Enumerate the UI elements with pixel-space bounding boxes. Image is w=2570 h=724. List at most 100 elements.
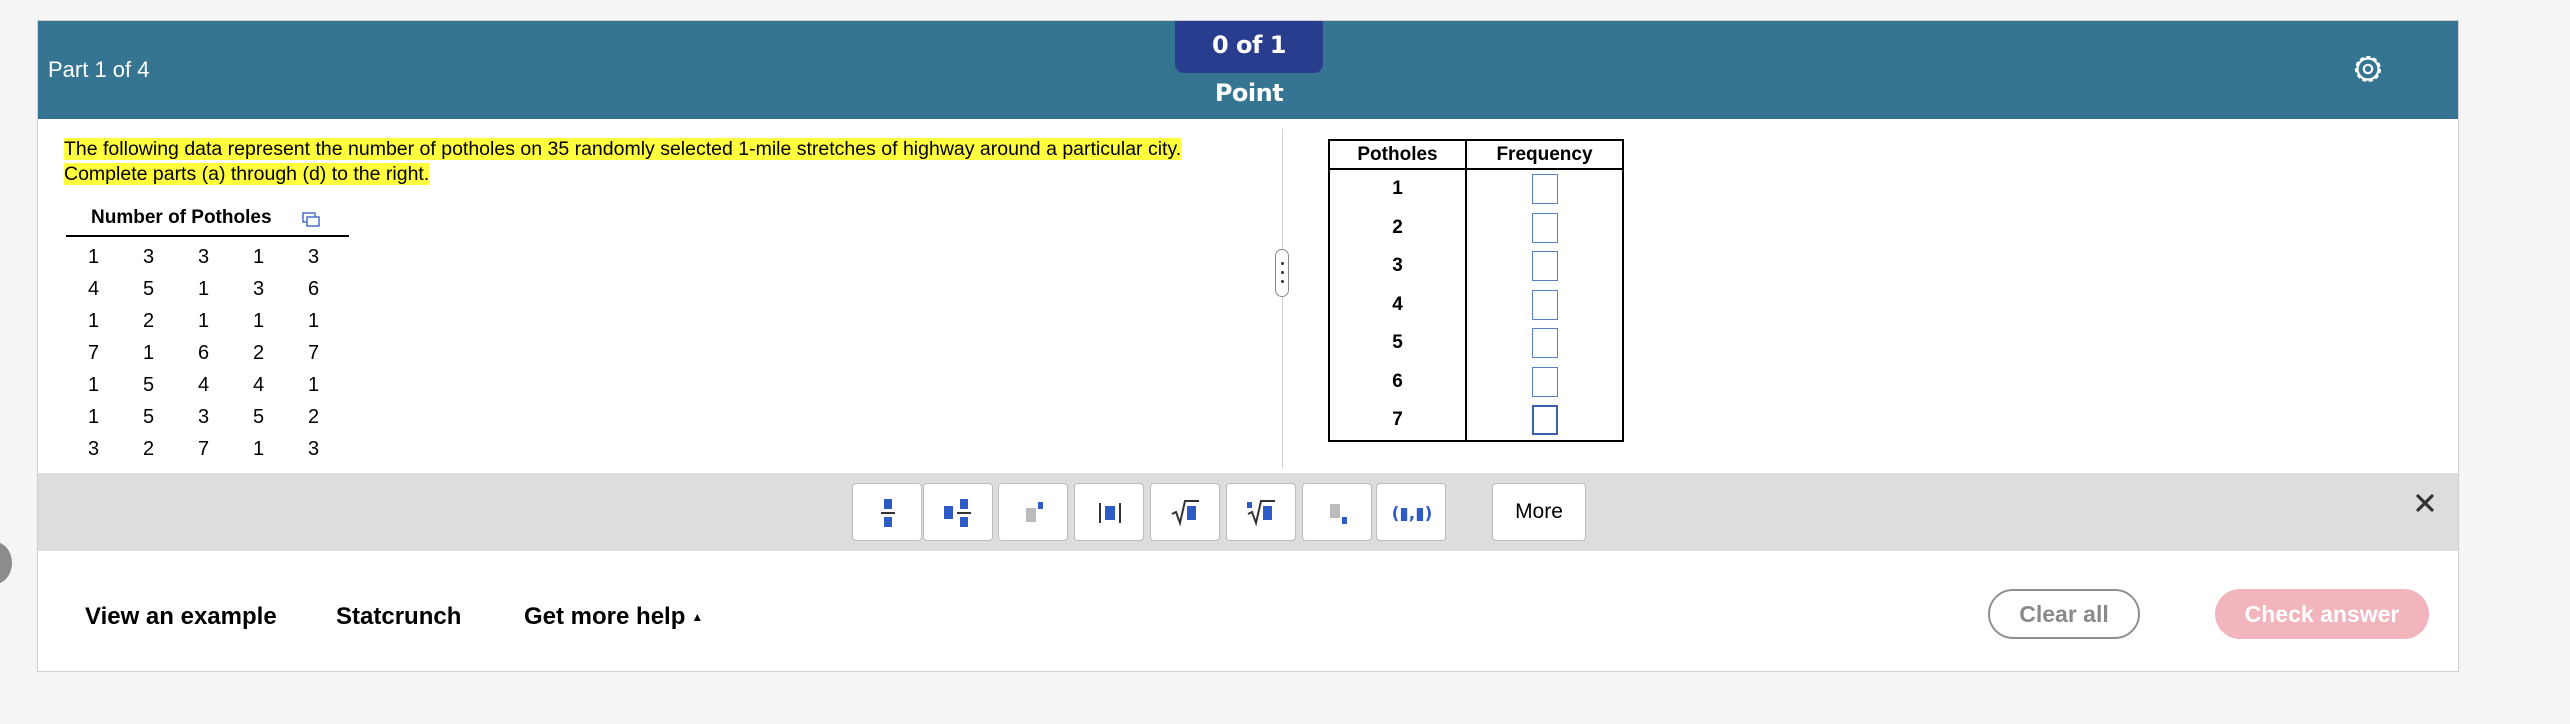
get-more-help-menu[interactable]: Get more help ▲ [524,603,703,631]
get-more-help-label: Get more help [524,603,686,630]
clear-all-button[interactable]: Clear all [1988,589,2140,639]
mixed-number-button[interactable] [923,483,993,541]
data-cell: 2 [252,341,265,364]
frequency-row: 4 [1329,285,1623,325]
view-example-link[interactable]: View an example [85,603,277,631]
exponent-button[interactable] [998,483,1068,541]
data-cell: 1 [307,373,320,396]
data-cell: 1 [252,309,265,332]
copy-data-button[interactable] [302,212,322,228]
data-cell: 3 [197,405,210,428]
data-cell: 4 [197,373,210,396]
potholes-header: Potholes [1329,140,1467,170]
fraction-button[interactable] [852,483,922,541]
more-tools-button[interactable]: More [1492,483,1586,541]
frequency-row: 5 [1329,324,1623,363]
data-cell: 2 [142,437,155,460]
frequency-row: 3 [1329,247,1623,286]
absolute-value-button[interactable] [1074,483,1144,541]
data-cell: 3 [197,245,210,268]
exponent-icon [1026,502,1043,522]
potholes-value: 4 [1329,285,1467,324]
data-cell: 2 [142,309,155,332]
ordered-pair-button[interactable]: (▮,▮) [1376,483,1446,541]
data-row: 1 2 1 1 1 [66,305,341,337]
frequency-cell [1466,401,1623,441]
frequency-row: 2 [1329,208,1623,247]
subscript-button[interactable] [1302,483,1372,541]
side-handle[interactable] [0,542,12,584]
nth-root-icon [1247,500,1275,527]
data-cell: 1 [197,309,210,332]
frequency-cell [1466,324,1623,363]
frequency-row: 6 [1329,362,1623,402]
data-cell: 1 [197,277,210,300]
potholes-value: 7 [1329,401,1467,441]
check-answer-button[interactable]: Check answer [2215,589,2429,639]
pane-divider [1282,129,1283,469]
frequency-input-4[interactable] [1531,289,1558,320]
part-label: Part 1 of 4 [48,57,150,82]
frequency-input-6[interactable] [1531,366,1558,397]
frequency-input-7[interactable] [1531,405,1558,436]
data-cell: 7 [307,341,320,364]
frequency-cell [1466,169,1623,209]
fraction-icon [881,499,895,527]
gear-icon [2355,56,2381,82]
data-cell: 1 [252,437,265,460]
settings-button[interactable] [2350,51,2386,87]
data-cell: 6 [197,341,210,364]
frequency-input-5[interactable] [1531,328,1558,359]
data-cell: 2 [307,405,320,428]
pane-resize-handle[interactable] [1275,249,1289,297]
copy-icon [302,212,320,227]
potholes-value: 3 [1329,247,1467,286]
potholes-value: 5 [1329,324,1467,363]
data-cell: 1 [307,309,320,332]
problem-statement: The following data represent the number … [64,137,1254,187]
data-cell: 7 [87,341,100,364]
statcrunch-link[interactable]: Statcrunch [336,603,461,631]
data-cell: 3 [142,245,155,268]
data-row: 1 3 3 1 3 [66,241,341,273]
data-row: 4 5 1 3 6 [66,273,341,305]
close-icon [2416,494,2434,512]
frequency-cell [1466,363,1623,402]
close-toolbar-button[interactable] [2413,491,2437,515]
data-cell: 4 [87,277,100,300]
potholes-value: 6 [1329,362,1467,401]
data-row: 3 2 7 1 3 [66,433,341,465]
data-cell: 1 [252,245,265,268]
data-cell: 5 [252,405,265,428]
data-row: 1 5 4 4 1 [66,369,341,401]
data-cell: 6 [307,277,320,300]
data-cell: 5 [142,277,155,300]
data-cell: 1 [87,245,100,268]
potholes-value: 1 [1329,169,1467,209]
absolute-value-icon [1099,503,1121,523]
square-root-button[interactable] [1150,483,1220,541]
frequency-cell [1466,247,1623,286]
frequency-row: 7 [1329,401,1623,441]
problem-text: The following data represent the number … [64,138,1182,185]
data-table-rule [66,235,349,237]
frequency-input-3[interactable] [1531,251,1558,282]
subscript-icon [1330,504,1347,524]
mixed-number-icon [944,499,971,527]
potholes-value: 2 [1329,208,1467,247]
data-cell: 3 [307,437,320,460]
data-table-title: Number of Potholes [91,207,272,228]
math-toolbar: (▮,▮) More [38,473,2458,551]
data-cell: 1 [87,373,100,396]
data-cell: 1 [87,309,100,332]
data-cell: 1 [142,341,155,364]
data-row: 7 1 6 2 7 [66,337,341,369]
potholes-data-table: 1 3 3 1 3 4 5 1 3 6 1 2 1 1 1 7 1 6 2 7 1 5 4 4 1 1 5 3 5 2 3 2 7 1 3 [66,241,341,465]
frequency-input-2[interactable] [1531,212,1558,243]
data-cell: 3 [87,437,100,460]
frequency-input-1[interactable] [1531,174,1558,205]
frequency-cell [1466,286,1623,325]
frequency-header: Frequency [1466,140,1623,170]
points-badge: 0 of 1 Point [1175,21,1323,107]
nth-root-button[interactable] [1226,483,1296,541]
